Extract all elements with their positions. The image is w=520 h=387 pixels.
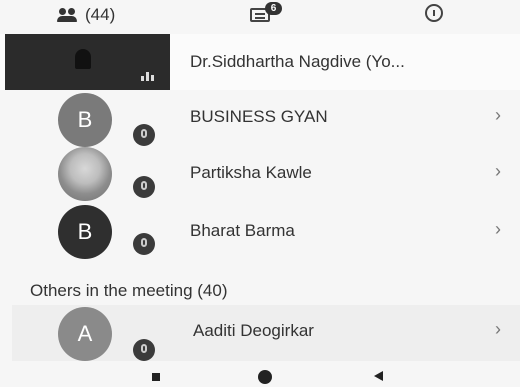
- others-heading: Others in the meeting (40): [30, 281, 228, 300]
- self-video-silhouette: [75, 49, 91, 69]
- people-icon: [57, 8, 79, 22]
- chat-badge: 6: [265, 2, 282, 15]
- participant-name: Bharat Barma: [190, 221, 295, 240]
- participant-row[interactable]: B Bharat Barma ›: [0, 203, 520, 261]
- home-button[interactable]: [258, 370, 272, 384]
- chevron-right-icon[interactable]: ›: [495, 319, 501, 340]
- people-count: (44): [85, 5, 116, 24]
- back-button[interactable]: [374, 371, 383, 381]
- avatar: A: [58, 307, 112, 361]
- participant-row[interactable]: Partiksha Kawle ›: [0, 147, 520, 205]
- audio-level-icon: [141, 72, 154, 81]
- mic-muted-icon: [133, 233, 155, 255]
- participant-name: Aaditi Deogirkar: [193, 321, 314, 340]
- avatar-photo: [58, 147, 112, 201]
- chat-icon: 6: [248, 2, 282, 24]
- tab-people[interactable]: (44): [57, 5, 115, 25]
- mic-muted-icon: [133, 124, 155, 146]
- recents-button[interactable]: [152, 373, 160, 381]
- chevron-right-icon[interactable]: ›: [495, 105, 501, 126]
- tab-chat[interactable]: 6: [248, 2, 282, 24]
- chevron-right-icon[interactable]: ›: [495, 219, 501, 240]
- self-video-tile: [5, 34, 170, 90]
- chevron-right-icon[interactable]: ›: [495, 161, 501, 182]
- mic-muted-icon: [133, 339, 155, 361]
- avatar: B: [58, 93, 112, 147]
- mic-muted-icon: [133, 176, 155, 198]
- tab-info[interactable]: [425, 4, 443, 22]
- participant-name: BUSINESS GYAN: [190, 107, 328, 126]
- participant-row[interactable]: B BUSINESS GYAN ›: [0, 91, 520, 149]
- tab-bar: (44) 6: [0, 0, 520, 33]
- avatar: B: [58, 205, 112, 259]
- participant-row[interactable]: A Aaditi Deogirkar ›: [0, 305, 520, 363]
- participant-name: Partiksha Kawle: [190, 163, 312, 182]
- self-name: Dr.Siddhartha Nagdive (Yo...: [190, 52, 405, 71]
- info-icon: [425, 4, 443, 22]
